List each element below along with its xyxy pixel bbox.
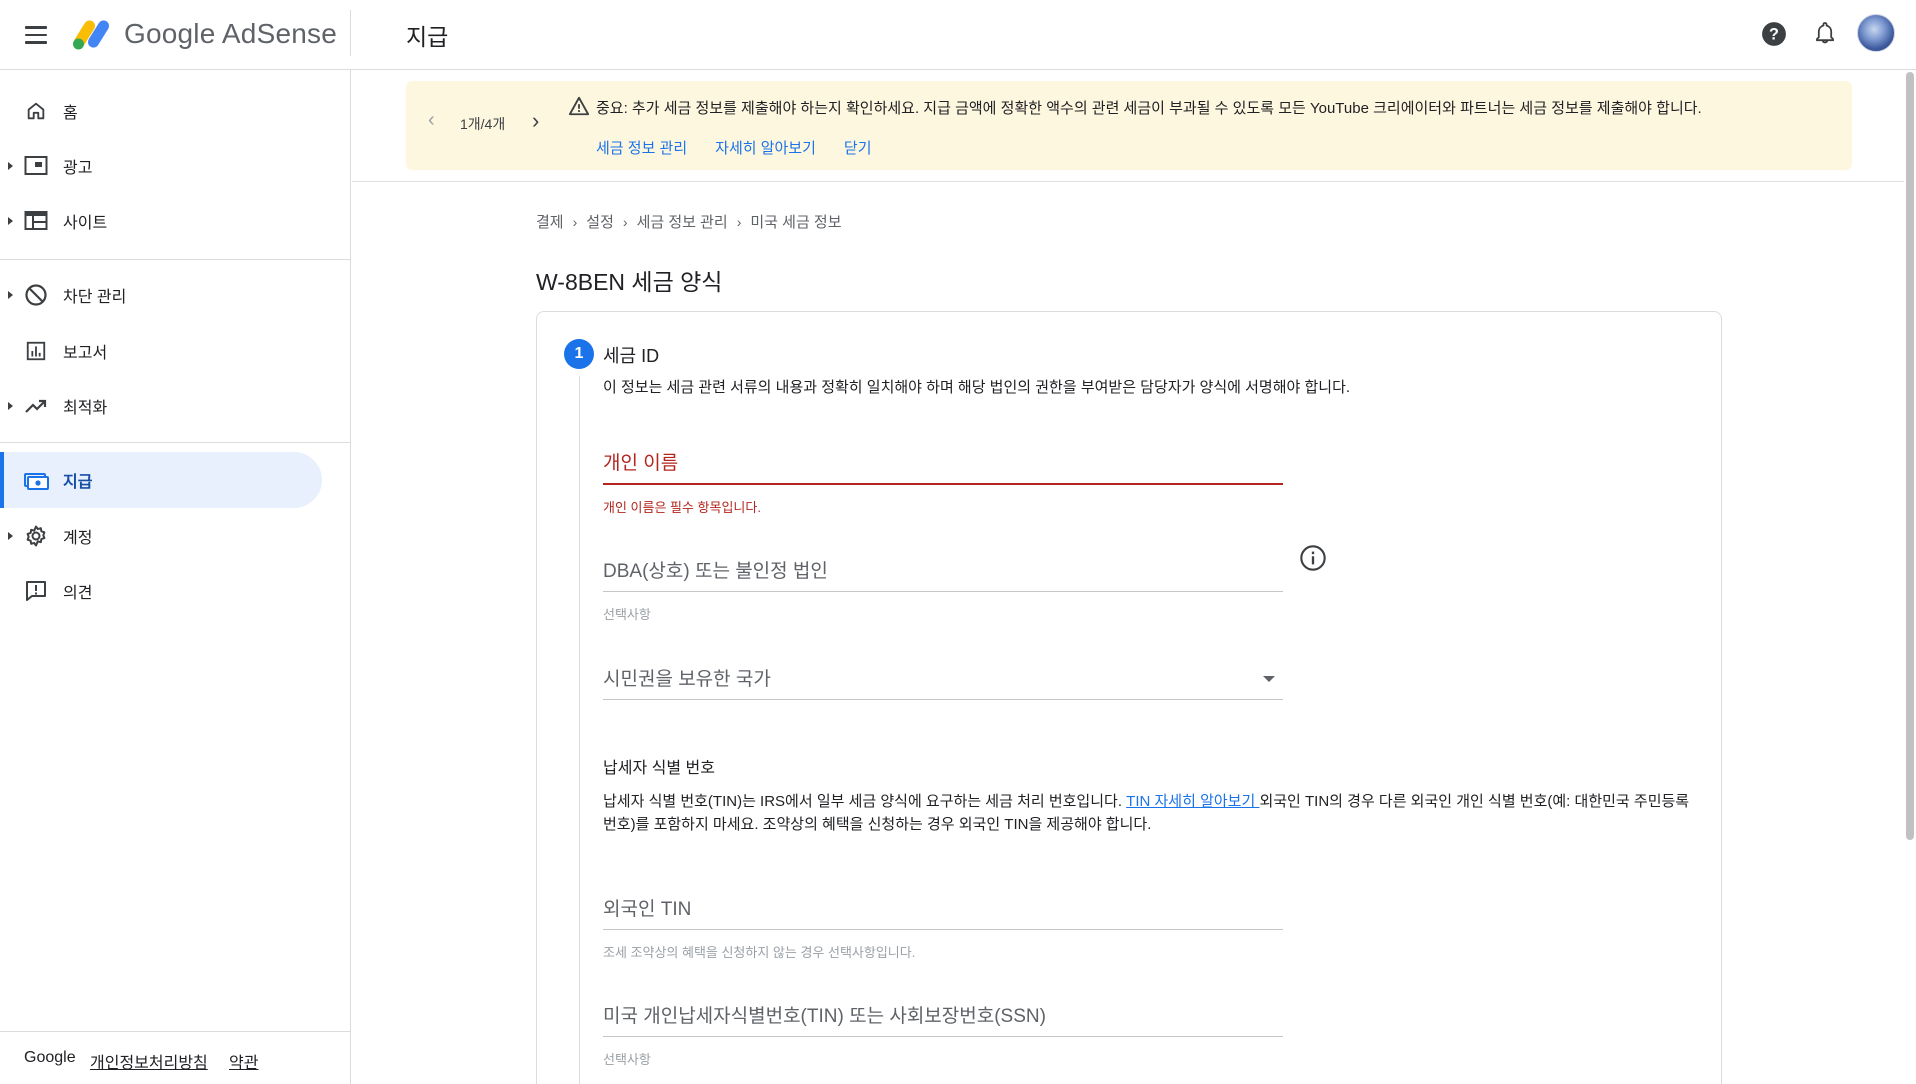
ads-icon bbox=[22, 152, 50, 180]
nav-divider bbox=[0, 442, 351, 443]
sites-icon bbox=[22, 207, 50, 235]
breadcrumb-payments[interactable]: 결제 bbox=[536, 211, 564, 232]
terms-link[interactable]: 약관 bbox=[229, 1049, 258, 1073]
step-number-badge: 1 bbox=[564, 339, 594, 369]
reports-icon bbox=[22, 337, 50, 365]
us-tin-input[interactable]: 미국 개인납세자식별번호(TIN) 또는 사회보장번호(SSN) bbox=[603, 1001, 1283, 1037]
step-connector-line bbox=[579, 376, 580, 1084]
expand-caret-icon bbox=[8, 402, 13, 410]
sidebar-item-label: 홈 bbox=[63, 105, 78, 122]
sidebar-item-ads[interactable]: 광고 bbox=[0, 138, 322, 194]
breadcrumb-tax-info[interactable]: 세금 정보 관리 bbox=[637, 211, 728, 232]
home-icon bbox=[22, 97, 50, 125]
sidebar-item-label: 차단 관리 bbox=[63, 289, 127, 306]
trending-icon bbox=[22, 392, 50, 420]
dba-input[interactable]: DBA(상호) 또는 불인정 법인 bbox=[603, 556, 1283, 592]
individual-name-field: 개인 이름 개인 이름은 필수 항목입니다. bbox=[603, 448, 1283, 516]
individual-name-input[interactable]: 개인 이름 bbox=[603, 448, 1283, 485]
page-title: 지급 bbox=[406, 24, 449, 50]
breadcrumb-us-tax-info: 미국 세금 정보 bbox=[750, 214, 842, 231]
block-icon bbox=[22, 281, 50, 309]
sidebar-item-blocking[interactable]: 차단 관리 bbox=[0, 267, 322, 323]
notifications-icon[interactable] bbox=[1809, 18, 1841, 50]
banner-message: 중요: 추가 세금 정보를 제출해야 하는지 확인하세요. 지급 금액에 정확한… bbox=[596, 100, 1702, 117]
form-title: W-8BEN 세금 양식 bbox=[536, 269, 723, 295]
sidebar-item-label: 계정 bbox=[63, 530, 93, 547]
breadcrumb-settings[interactable]: 설정 bbox=[586, 211, 614, 232]
sidebar-item-label: 보고서 bbox=[63, 345, 108, 362]
banner-actions: 세금 정보 관리 자세히 알아보기 닫기 bbox=[596, 137, 872, 158]
learn-more-link[interactable]: 자세히 알아보기 bbox=[715, 137, 816, 158]
step-description: 이 정보는 세금 관련 서류의 내용과 정확히 일치해야 하며 해당 법인의 권… bbox=[603, 379, 1351, 396]
sidebar-item-home[interactable]: 홈 bbox=[0, 83, 322, 139]
sidebar-item-optimization[interactable]: 최적화 bbox=[0, 378, 322, 434]
banner-pager-count: 1개/4개 bbox=[460, 116, 506, 132]
dismiss-banner-link[interactable]: 닫기 bbox=[844, 137, 872, 158]
citizenship-field: 시민권을 보유한 국가 bbox=[603, 664, 1283, 700]
sidebar-footer: Google 개인정보처리방침 약관 bbox=[0, 1031, 351, 1084]
banner-next-button[interactable]: › bbox=[532, 108, 539, 134]
payments-icon bbox=[22, 466, 50, 494]
footer-google-brand: Google bbox=[24, 1049, 76, 1066]
sidebar-item-feedback[interactable]: 의견 bbox=[0, 563, 322, 619]
feedback-icon bbox=[22, 577, 50, 605]
breadcrumb-chevron-icon: › bbox=[736, 213, 742, 230]
individual-name-error: 개인 이름은 필수 항목입니다. bbox=[603, 500, 761, 515]
us-tin-hint: 선택사항 bbox=[603, 1052, 651, 1067]
sidebar-item-reports[interactable]: 보고서 bbox=[0, 323, 322, 379]
header-divider bbox=[350, 10, 351, 56]
sidebar-item-payments[interactable]: 지급 bbox=[0, 452, 322, 508]
expand-caret-icon bbox=[8, 532, 13, 540]
warning-icon bbox=[568, 96, 590, 116]
us-tin-field: 미국 개인납세자식별번호(TIN) 또는 사회보장번호(SSN) 선택사항 bbox=[603, 1001, 1283, 1068]
privacy-policy-link[interactable]: 개인정보처리방침 bbox=[90, 1049, 208, 1073]
adsense-logo-icon bbox=[73, 20, 110, 50]
settings-icon bbox=[22, 522, 50, 550]
tin-description: 납세자 식별 번호(TIN)는 IRS에서 일부 세금 양식에 요구하는 세금 … bbox=[603, 790, 1693, 836]
brand-name: Google AdSense bbox=[124, 18, 337, 49]
account-avatar[interactable] bbox=[1857, 14, 1895, 52]
breadcrumb: 결제 › 설정 › 세금 정보 관리 › 미국 세금 정보 bbox=[536, 211, 842, 232]
expand-caret-icon bbox=[8, 291, 13, 299]
breadcrumb-chevron-icon: › bbox=[572, 213, 578, 230]
tin-learn-more-link[interactable]: TIN 자세히 알아보기 bbox=[1126, 793, 1259, 810]
sidebar-item-label: 사이트 bbox=[63, 215, 108, 232]
manage-tax-info-link[interactable]: 세금 정보 관리 bbox=[596, 137, 687, 158]
expand-caret-icon bbox=[8, 217, 13, 225]
main-content: ‹ 1개/4개 › 중요: 추가 세금 정보를 제출해야 하는지 확인하세요. … bbox=[352, 71, 1916, 1084]
sidebar-item-label: 의견 bbox=[63, 585, 93, 602]
expand-caret-icon bbox=[8, 162, 13, 170]
main-menu-button[interactable] bbox=[20, 19, 52, 51]
foreign-tin-hint: 조세 조약상의 혜택을 신청하지 않는 경우 선택사항입니다. bbox=[603, 945, 916, 960]
banner-prev-button[interactable]: ‹ bbox=[428, 109, 435, 132]
sidebar-item-label: 광고 bbox=[63, 160, 93, 177]
citizenship-select[interactable]: 시민권을 보유한 국가 bbox=[603, 664, 1283, 700]
sidebar-item-sites[interactable]: 사이트 bbox=[0, 193, 322, 249]
sidebar-item-label: 지급 bbox=[63, 474, 93, 491]
sidebar-item-account[interactable]: 계정 bbox=[0, 508, 322, 564]
citizenship-label: 시민권을 보유한 국가 bbox=[603, 669, 771, 690]
tin-section-heading: 납세자 식별 번호 bbox=[603, 760, 715, 777]
svg-text:?: ? bbox=[1769, 25, 1779, 43]
scrollbar-thumb[interactable] bbox=[1906, 72, 1914, 840]
top-app-bar: Google AdSense 지급 ? bbox=[0, 0, 1916, 70]
sidebar-item-label: 최적화 bbox=[63, 400, 108, 417]
info-icon[interactable] bbox=[1299, 544, 1327, 572]
sidebar-nav: 홈 광고 사이트 차단 관리 보고서 최적화 지급 계정 의견 Google 개… bbox=[0, 70, 351, 1084]
dba-hint: 선택사항 bbox=[603, 607, 651, 622]
tax-form-card: 1 세금 ID 이 정보는 세금 관련 서류의 내용과 정확히 일치해야 하며 … bbox=[536, 311, 1722, 1084]
step-title: 세금 ID bbox=[603, 346, 660, 366]
breadcrumb-chevron-icon: › bbox=[622, 213, 628, 230]
banner-divider bbox=[352, 181, 1916, 182]
dba-field: DBA(상호) 또는 불인정 법인 선택사항 bbox=[603, 556, 1283, 623]
adsense-logo[interactable]: Google AdSense bbox=[72, 14, 337, 54]
foreign-tin-field: 외국인 TIN 조세 조약상의 혜택을 신청하지 않는 경우 선택사항입니다. bbox=[603, 894, 1283, 961]
dropdown-arrow-icon bbox=[1263, 676, 1275, 682]
tin-text-before: 납세자 식별 번호(TIN)는 IRS에서 일부 세금 양식에 요구하는 세금 … bbox=[603, 793, 1127, 810]
nav-divider bbox=[0, 259, 351, 260]
foreign-tin-input[interactable]: 외국인 TIN bbox=[603, 894, 1283, 930]
notification-banner: ‹ 1개/4개 › 중요: 추가 세금 정보를 제출해야 하는지 확인하세요. … bbox=[406, 81, 1852, 170]
help-icon[interactable]: ? bbox=[1758, 18, 1790, 50]
